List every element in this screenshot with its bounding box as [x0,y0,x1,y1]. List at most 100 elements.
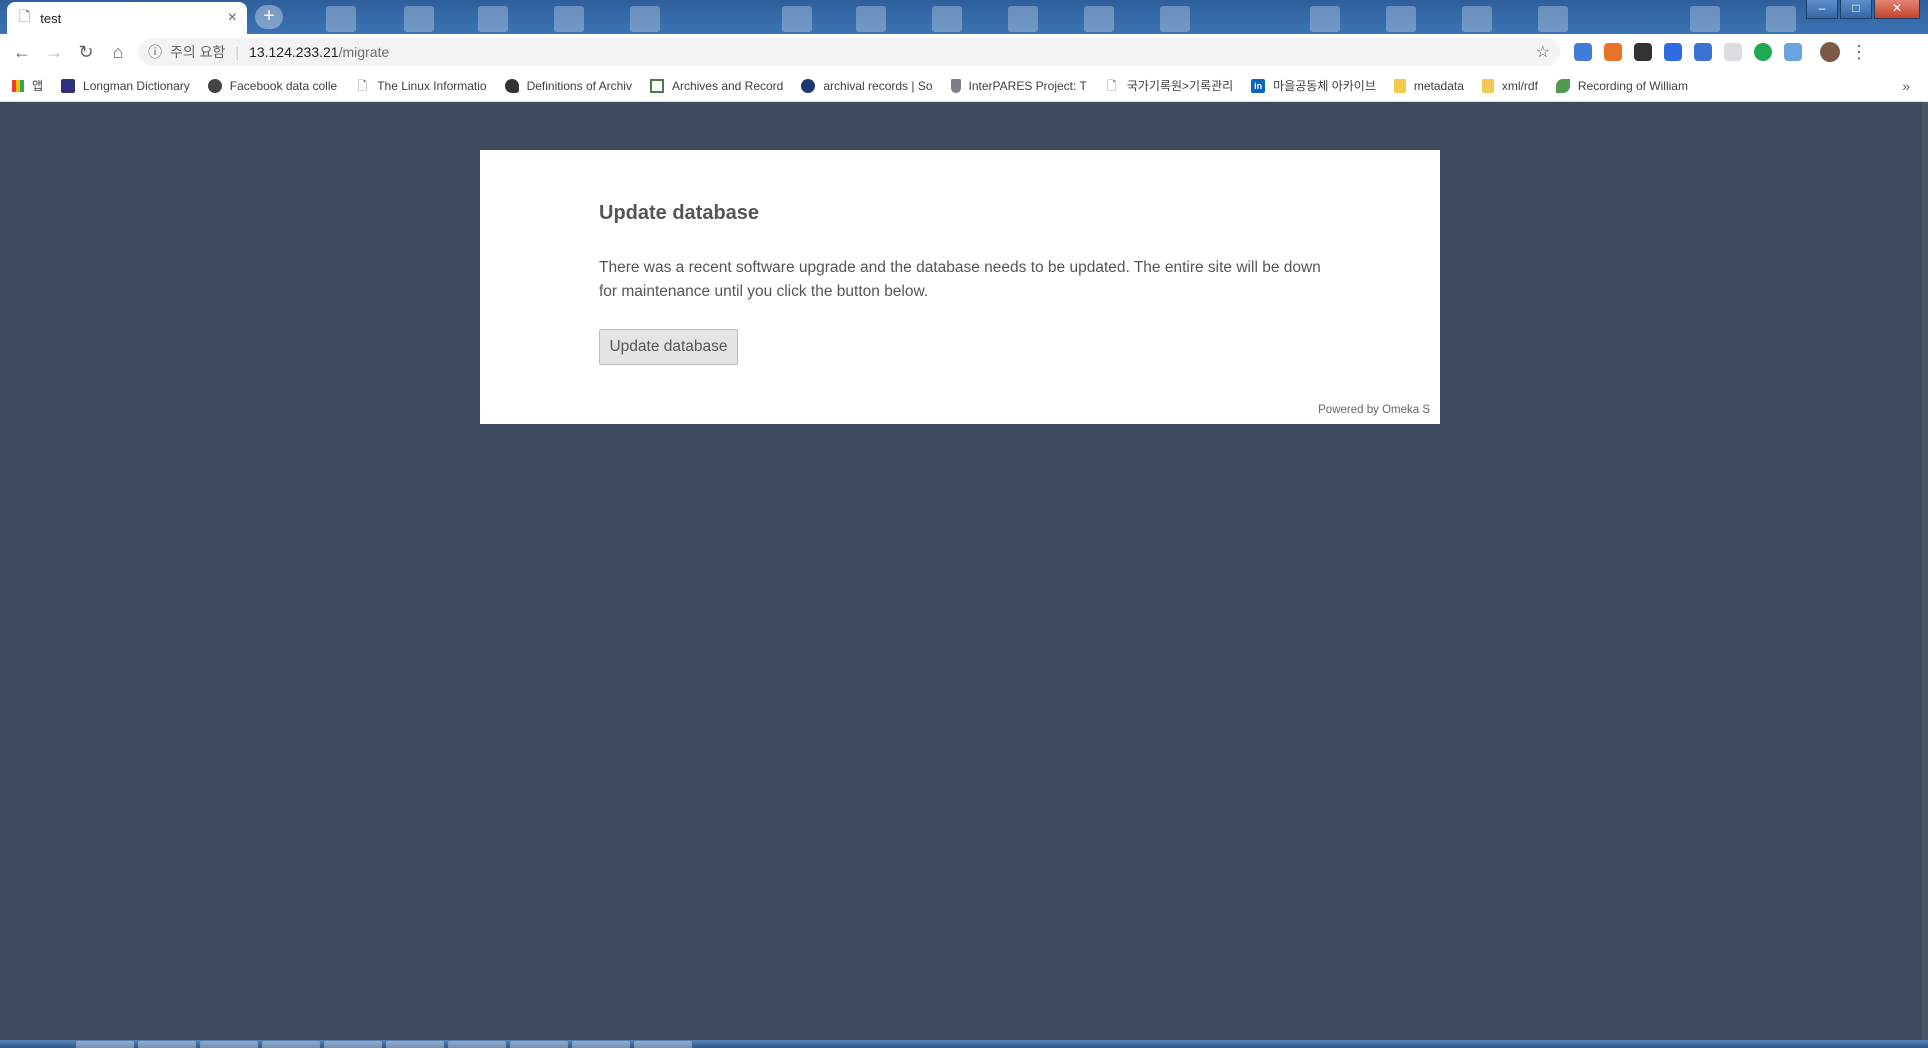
desktop-icon [404,6,434,32]
bookmark-label: metadata [1413,78,1464,93]
desktop-icon [932,6,962,32]
taskbar-item[interactable] [448,1041,506,1048]
bookmark-label: Facebook data colle [229,78,338,93]
green-dot-extension-icon[interactable] [1754,43,1772,61]
os-taskbar [0,1040,1928,1048]
browser-menu-icon[interactable]: ⋮ [1850,42,1868,63]
badge-extension-icon[interactable] [1574,43,1592,61]
folder-icon [1481,78,1494,93]
extensions-area [1574,42,1840,62]
apps-grid-icon [12,79,24,92]
desktop-icon [856,6,886,32]
bookmark-item[interactable]: Archives and Record [649,78,784,93]
taskbar-item[interactable] [386,1041,444,1048]
image-icon [649,78,664,93]
taskbar-item[interactable] [138,1041,196,1048]
forward-button[interactable]: → [38,42,70,63]
bookmark-label: Archives and Record [671,78,784,93]
update-database-card: Update database There was a recent softw… [480,150,1440,424]
page-icon: 🗋 [19,8,31,24]
bookmark-item[interactable]: archival records | So [801,78,933,93]
bookmarks-bar: 앱 Longman Dictionary Facebook data colle… [0,70,1928,102]
desktop-icon [1310,6,1340,32]
desktop-icon [630,6,660,32]
page-scrollbar[interactable] [1922,102,1928,1042]
url-path: /migrate [338,44,390,60]
desktop-icon [1690,6,1720,32]
card-extension-icon[interactable] [1694,43,1712,61]
globe-icon [801,78,816,93]
desktop-icon [478,6,508,32]
bookmark-item[interactable]: Definitions of Archiv [504,78,632,93]
bookmark-label: Definitions of Archiv [526,78,632,93]
bookmark-item[interactable]: 🗋 국가기록원>기록관리 [1105,77,1233,94]
info-icon[interactable]: ⓘ [148,42,162,62]
desktop-icon [554,6,584,32]
page-icon: 🗋 [357,78,368,93]
linkedin-icon: in [1251,78,1266,93]
desktop-icon [326,6,356,32]
url-host: 13.124.233.21 [249,44,339,60]
back-button[interactable]: ← [6,42,38,63]
window-controls: – □ ✕ [1806,0,1920,19]
close-tab-icon[interactable]: × [228,9,237,27]
bookmark-item[interactable]: 🗋 The Linux Informatio [355,79,486,93]
bookmark-star-icon[interactable]: ☆ [1536,42,1550,62]
bookmark-apps[interactable]: 앱 [12,77,43,94]
bird-icon [504,78,519,93]
minimize-button[interactable]: – [1806,0,1838,19]
maximize-button[interactable]: □ [1840,0,1872,19]
bookmark-label: Longman Dictionary [83,78,190,93]
bookmark-label: The Linux Informatio [377,78,487,93]
maintenance-message: There was a recent software upgrade and … [599,259,1321,300]
desktop-icon [1084,6,1114,32]
bookmark-item[interactable]: metadata [1393,78,1464,93]
taskbar-item[interactable] [510,1041,568,1048]
taskbar-item[interactable] [324,1041,382,1048]
tab-strip: 🗋 test × + – □ ✕ [0,0,1928,34]
plus-extension-icon[interactable] [1664,43,1682,61]
page-icon: 🗋 [1106,78,1117,93]
desktop-icon [1766,6,1796,32]
bookmark-item[interactable]: xml/rdf [1481,78,1538,93]
a-extension-icon[interactable] [1634,43,1652,61]
shield-icon [950,78,961,93]
desktop-icon [782,6,812,32]
taskbar-item[interactable] [572,1041,630,1048]
taskbar-item[interactable] [634,1041,692,1048]
bookmark-item[interactable]: InterPARES Project: T [950,78,1087,93]
pen-extension-icon[interactable] [1784,43,1802,61]
circle-icon [207,78,222,93]
more-bookmarks-icon[interactable]: » [1902,78,1910,94]
bookmark-label: Recording of William [1577,78,1688,93]
desktop-icon [1538,6,1568,32]
close-window-button[interactable]: ✕ [1874,0,1920,19]
bookmark-item[interactable]: Recording of William [1555,78,1688,93]
profile-avatar[interactable] [1820,42,1840,62]
mail-extension-icon[interactable] [1724,43,1742,61]
bookmark-item[interactable]: Longman Dictionary [61,78,190,93]
page-title: Update database [599,202,760,224]
leaf-icon [1555,78,1570,93]
ex-extension-icon[interactable] [1604,43,1622,61]
bookmark-label: InterPARES Project: T [968,78,1087,93]
bookmark-item[interactable]: in 마을공동체 아카이브 [1251,77,1376,94]
bookmark-label: 마을공동체 아카이브 [1273,79,1376,93]
home-button[interactable]: ⌂ [102,42,134,63]
reload-button[interactable]: ↻ [70,42,102,63]
new-tab-button[interactable]: + [255,5,283,29]
update-database-button[interactable]: Update database [599,329,738,365]
divider: | [235,44,240,60]
address-bar[interactable]: ⓘ 주의 요함 | 13.124.233.21 /migrate ☆ [138,38,1560,66]
bookmark-label: xml/rdf [1501,78,1538,93]
bookmark-item[interactable]: Facebook data colle [207,78,338,93]
taskbar-item[interactable] [262,1041,320,1048]
bookmark-label: 앱 [32,79,44,93]
browser-tab[interactable]: 🗋 test × [7,2,247,34]
desktop-icon [1462,6,1492,32]
bookmark-label: archival records | So [823,78,933,93]
folder-icon [1393,78,1406,93]
taskbar-item[interactable] [76,1041,134,1048]
taskbar-item[interactable] [200,1041,258,1048]
desktop-icon [1160,6,1190,32]
